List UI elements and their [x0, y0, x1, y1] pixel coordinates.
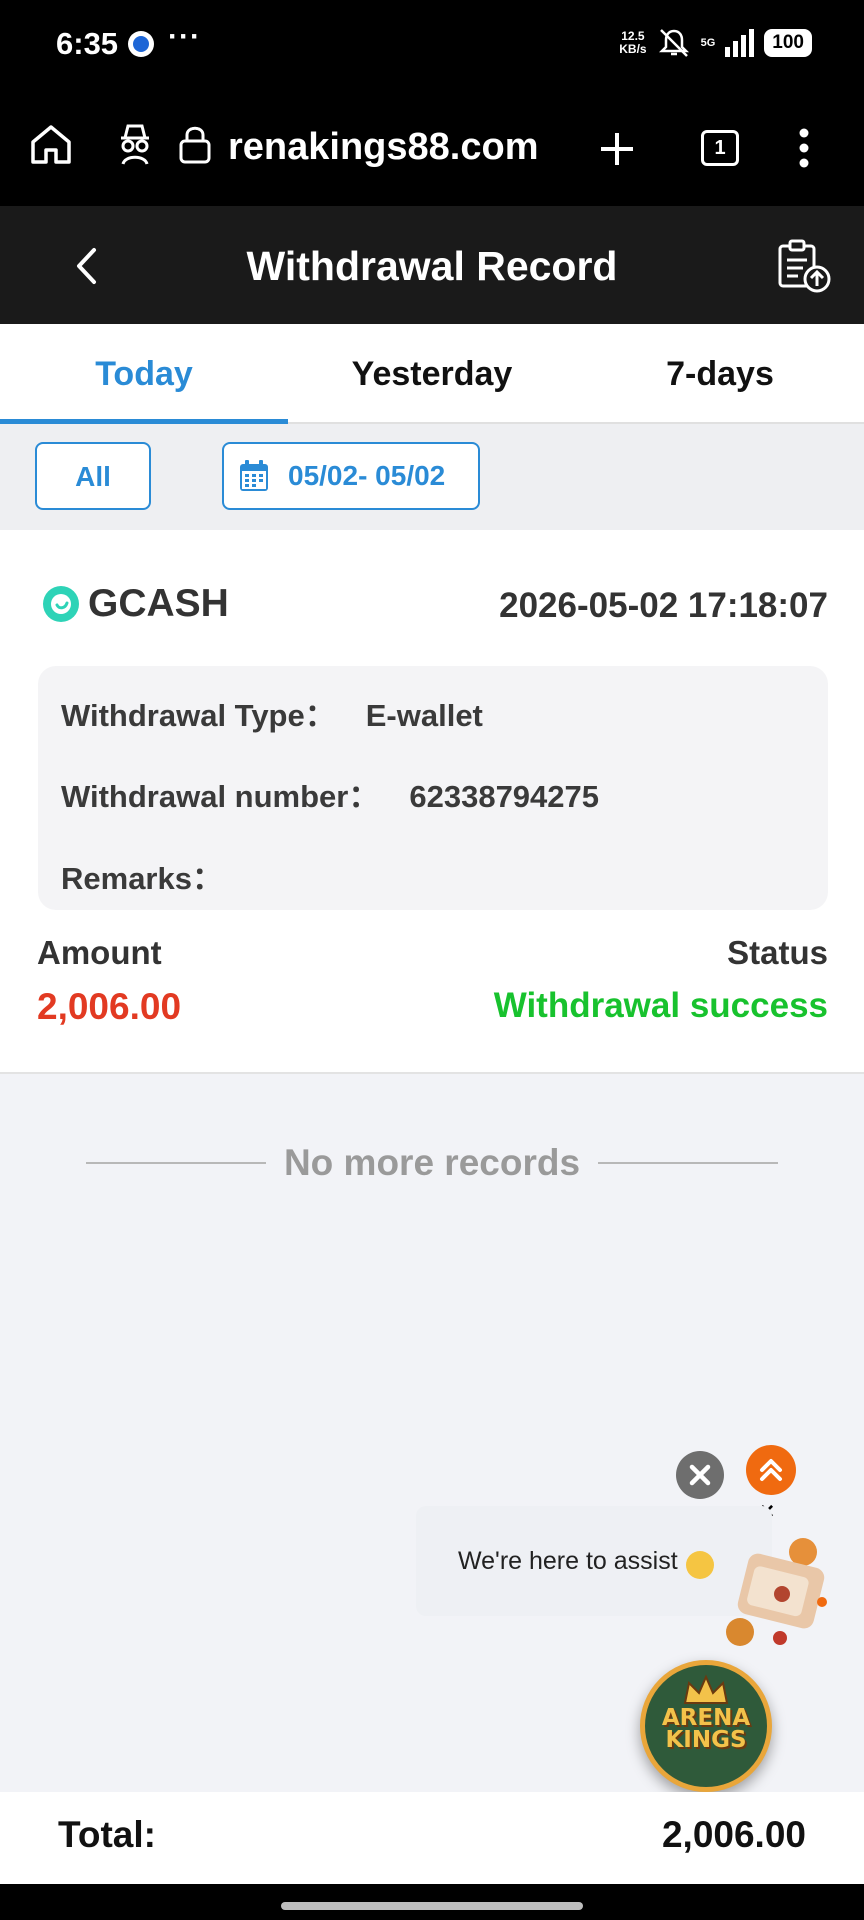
- withdrawal-number-row: Withdrawal number： 62338794275: [61, 771, 599, 816]
- network-type: 5G: [700, 37, 716, 49]
- mute-icon: [658, 29, 689, 57]
- status-value: Withdrawal success: [493, 986, 828, 1025]
- amount-label: Amount: [37, 934, 162, 971]
- payment-method-name: GCASH: [88, 582, 229, 625]
- gcash-logo-icon: [43, 586, 79, 622]
- messenger-notification-icon: [128, 31, 154, 57]
- total-bar: Total: 2,006.00: [0, 1792, 864, 1884]
- arena-kings-text: ARENA KINGS: [661, 1705, 751, 1753]
- withdrawal-type-label: Withdrawal Type：: [61, 698, 336, 733]
- total-value: 2,006.00: [661, 1814, 806, 1855]
- withdrawal-number-label: Withdrawal number：: [61, 779, 380, 814]
- withdrawal-number-value: 62338794275: [409, 779, 600, 814]
- withdrawal-type-row: Withdrawal Type： E-wallet: [61, 690, 483, 735]
- chat-bubble[interactable]: We're here to assist: [416, 1506, 772, 1616]
- arena-kings-logo[interactable]: ARENA KINGS: [640, 1660, 772, 1792]
- scroll-top-icon: [760, 1459, 782, 1481]
- incognito-icon[interactable]: [115, 122, 155, 166]
- total-label: Total:: [58, 1814, 156, 1855]
- lock-icon[interactable]: [178, 124, 212, 164]
- divider: [598, 1162, 778, 1164]
- network-speed-unit: KB/s: [619, 42, 647, 56]
- page-title: Withdrawal Record: [246, 243, 618, 289]
- address-bar-url[interactable]: renakings88.com: [228, 126, 538, 169]
- close-widget-button[interactable]: [676, 1451, 724, 1499]
- no-more-records: No more records: [86, 1142, 778, 1184]
- browser-toolbar: renakings88.com 1: [0, 92, 864, 206]
- new-tab-icon[interactable]: [598, 130, 636, 168]
- record-datetime: 2026-05-02 17:18:07: [499, 586, 828, 625]
- tab-today[interactable]: Today: [0, 324, 288, 424]
- export-record-icon[interactable]: [776, 238, 832, 294]
- status-time: 6:35: [56, 26, 119, 61]
- divider: [86, 1162, 266, 1164]
- more-icon[interactable]: [798, 128, 810, 168]
- signal-icon: [725, 29, 755, 57]
- date-range-label: 05/02- 05/02: [288, 460, 446, 491]
- system-nav-bar: [0, 1884, 864, 1920]
- tabs-icon[interactable]: 1: [701, 130, 739, 166]
- gift-icon[interactable]: [720, 1530, 836, 1650]
- remarks-row: Remarks：: [61, 853, 253, 898]
- withdrawal-type-value: E-wallet: [365, 698, 483, 733]
- remarks-label: Remarks：: [61, 861, 223, 896]
- status-bar: 6:35 ··· 12.5 KB/s 5G 100: [0, 0, 864, 92]
- more-notifications-icon: ···: [168, 20, 201, 53]
- payment-method: GCASH: [42, 582, 229, 626]
- date-range-button[interactable]: 05/02- 05/02: [222, 442, 480, 510]
- status-label: Status: [727, 934, 828, 971]
- tab-yesterday[interactable]: Yesterday: [288, 324, 576, 422]
- filter-all-button[interactable]: All: [35, 442, 151, 510]
- no-more-records-text: No more records: [283, 1142, 581, 1183]
- network-speed: 12.5 KB/s: [619, 30, 646, 56]
- withdrawal-record-card: GCASH 2026-05-02 17:18:07 Withdrawal Typ…: [0, 530, 864, 1074]
- record-details: Withdrawal Type： E-wallet Withdrawal numb…: [38, 666, 828, 910]
- home-gesture-handle[interactable]: [281, 1902, 583, 1910]
- date-tabs: Today Yesterday 7-days: [0, 324, 864, 424]
- status-indicators: 12.5 KB/s 5G 100: [619, 27, 812, 59]
- tab-7-days[interactable]: 7-days: [576, 324, 864, 422]
- close-icon: [689, 1464, 711, 1486]
- home-icon[interactable]: [28, 122, 74, 166]
- hug-emoji-icon: [685, 1551, 714, 1579]
- filter-bar: All 05/02- 05/02: [0, 424, 864, 530]
- app-header: Withdrawal Record: [0, 206, 864, 324]
- battery-level: 100: [764, 29, 812, 57]
- amount-value: 2,006.00: [37, 986, 182, 1027]
- scroll-top-button[interactable]: [746, 1445, 796, 1495]
- calendar-icon: [240, 460, 268, 491]
- chat-message: We're here to assist: [458, 1546, 678, 1575]
